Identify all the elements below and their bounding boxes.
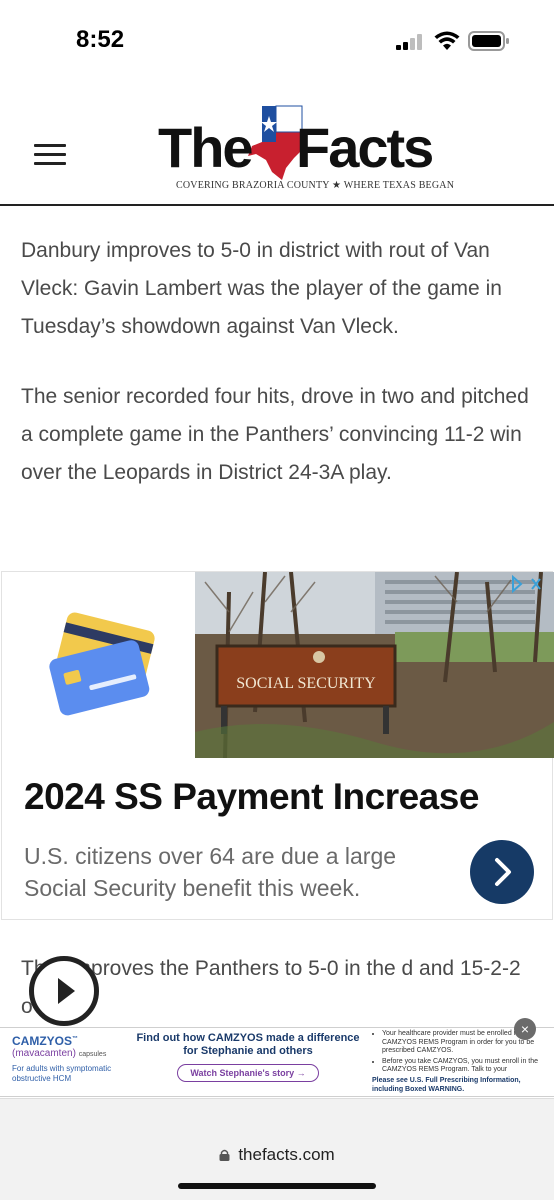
status-time: 8:52: [76, 26, 125, 53]
logo-the: The: [158, 116, 254, 179]
site-header: The Facts COVERING BRAZORIA COUNTY ★ WHE…: [0, 80, 554, 206]
banner-title: Find out how CAMZYOS made a difference f…: [136, 1032, 360, 1057]
banner-brand: CAMZYOS™: [12, 1034, 78, 1048]
close-icon[interactable]: ×: [514, 1018, 536, 1040]
wifi-icon: [434, 31, 460, 50]
banner-bullet: Before you take CAMZYOS, you must enroll…: [382, 1058, 550, 1075]
lock-icon: [219, 1149, 230, 1161]
ad-arrow-button[interactable]: [470, 840, 534, 904]
ad-photo-sign-text: SOCIAL SECURITY: [236, 675, 376, 692]
url-text: thefacts.com: [238, 1145, 335, 1164]
site-logo[interactable]: The Facts COVERING BRAZORIA COUNTY ★ WHE…: [158, 102, 458, 194]
video-play-button[interactable]: [29, 956, 99, 1026]
article-paragraph: The senior recorded four hits, drove in …: [21, 385, 529, 484]
article-paragraph: Danbury improves to 5-0 in district with…: [21, 239, 502, 338]
banner-ad[interactable]: CAMZYOS™ (mavacamten) capsules For adult…: [0, 1027, 554, 1097]
play-icon: [58, 978, 75, 1004]
ad-description[interactable]: U.S. citizens over 64 are due a large So…: [24, 840, 444, 904]
status-bar: 8:52: [0, 0, 554, 80]
banner-cta-button[interactable]: Watch Stephanie's story →: [177, 1064, 319, 1082]
url-bar[interactable]: thefacts.com: [0, 1145, 554, 1165]
article-body: Danbury improves to 5-0 in district with…: [21, 232, 531, 524]
credit-card-icon: [49, 612, 155, 716]
chevron-right-icon: [495, 858, 511, 886]
sponsored-ad[interactable]: SOCIAL SECURITY 2024 SS Payment Increase…: [1, 571, 554, 920]
logo-tagline: COVERING BRAZORIA COUNTY ★ WHERE TEXAS B…: [176, 180, 455, 191]
banner-note[interactable]: Please see U.S. Full Prescribing Informa…: [372, 1077, 550, 1094]
banner-brand-sub: (mavacamten) capsules: [12, 1048, 107, 1059]
browser-toolbar: thefacts.com: [0, 1098, 554, 1200]
battery-icon: [468, 31, 509, 51]
ad-choices-icon[interactable]: [510, 574, 548, 594]
home-indicator[interactable]: [178, 1183, 376, 1189]
ad-photo-social-security-sign: SOCIAL SECURITY: [195, 572, 554, 758]
menu-icon[interactable]: [34, 144, 66, 166]
signal-icon: [396, 34, 426, 50]
logo-facts: Facts: [296, 116, 434, 179]
banner-indication: For adults with symptomatic obstructive …: [12, 1064, 112, 1083]
ad-headline[interactable]: 2024 SS Payment Increase: [24, 776, 479, 818]
banner-message: Find out how CAMZYOS made a difference f…: [128, 1032, 368, 1082]
